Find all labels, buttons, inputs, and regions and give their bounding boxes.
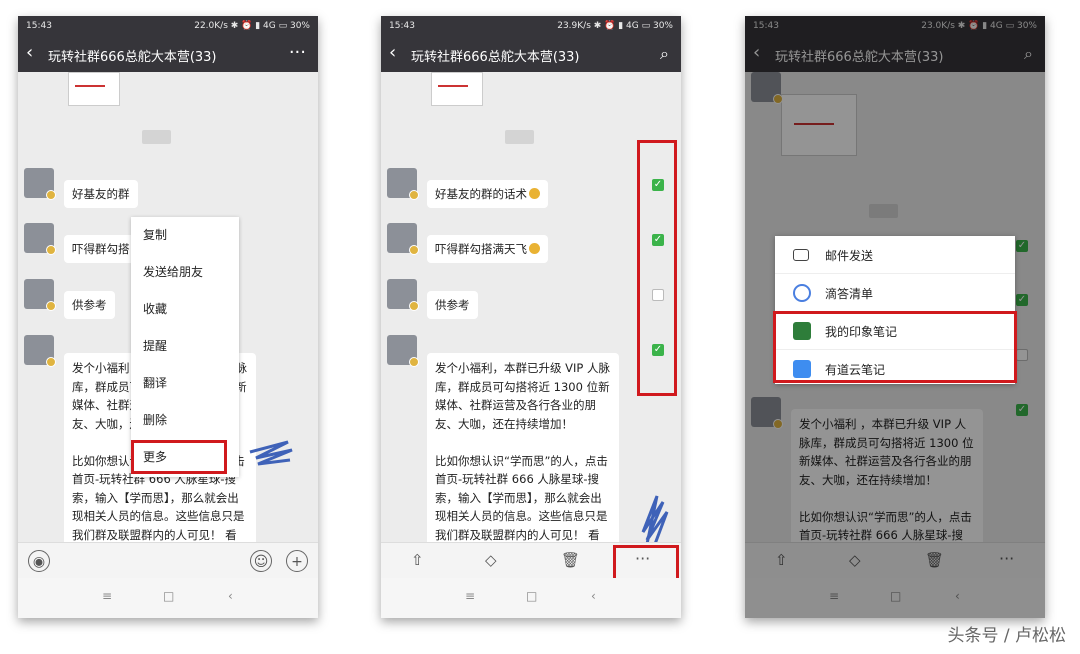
emoji-icon[interactable]: ☺ bbox=[250, 550, 272, 572]
message-bubble[interactable]: 供参考 bbox=[64, 291, 115, 319]
message-bubble[interactable]: 供参考 bbox=[427, 291, 478, 319]
back-arrow-icon[interactable]: ‹ bbox=[389, 43, 396, 63]
chat-header: ‹ 玩转社群666总舵大本营(33) ⌕ bbox=[381, 36, 681, 72]
highlight-box bbox=[773, 311, 1017, 383]
back-nav-icon[interactable]: ‹ bbox=[228, 589, 233, 603]
search-icon[interactable]: ⌕ bbox=[660, 44, 669, 64]
time-divider bbox=[142, 130, 172, 144]
message-bubble[interactable]: 吓得群勾搭 bbox=[64, 235, 138, 263]
back-arrow-icon[interactable]: ‹ bbox=[26, 43, 33, 63]
share-item-label: 滴答清单 bbox=[825, 287, 874, 301]
avatar[interactable] bbox=[387, 168, 419, 200]
share-item-ticktick[interactable]: 滴答清单 bbox=[775, 274, 1015, 312]
chat-title: 玩转社群666总舵大本营(33) bbox=[411, 50, 580, 65]
status-indicators: 22.0K/s ✱ ⏰ ▮ 4G ▭ 30% bbox=[194, 21, 310, 31]
plus-icon[interactable]: + bbox=[286, 550, 308, 572]
status-indicators: 23.9K/s ✱ ⏰ ▮ 4G ▭ 30% bbox=[557, 21, 673, 31]
chat-header: ‹ 玩转社群666总舵大本营(33) ··· bbox=[18, 36, 318, 72]
watermark-text: 头条号 / 卢松松 bbox=[947, 626, 1066, 646]
chat-area[interactable]: 好基友的群的话术 吓得群勾搭满天飞 供参考 发个小福利，本群已升级 VIP 人脉… bbox=[381, 72, 681, 542]
status-time: 15:43 bbox=[389, 21, 415, 31]
nav-bar: ≡ □ ‹ bbox=[18, 578, 318, 618]
time-divider bbox=[505, 130, 535, 144]
phone-screen-context-menu: 15:43 22.0K/s ✱ ⏰ ▮ 4G ▭ 30% ‹ 玩转社群666总舵… bbox=[18, 16, 318, 618]
menu-item-send-to-friend[interactable]: 发送给朋友 bbox=[131, 254, 239, 291]
voice-icon[interactable]: ◉ bbox=[28, 550, 50, 572]
pen-scribble-icon bbox=[641, 495, 669, 542]
phone-screen-share-menu: 15:43 23.0K/s ✱ ⏰ ▮ 4G ▭ 30% ‹ 玩转社群666总舵… bbox=[745, 16, 1045, 618]
share-icon[interactable]: ⇧ bbox=[411, 551, 424, 569]
message-bubble-long[interactable]: 发个小福利，本群已升级 VIP 人脉库，群成员可勾搭将近 1300 位新媒体、社… bbox=[427, 353, 619, 542]
nav-bar: ≡ □ ‹ bbox=[381, 578, 681, 618]
menu-item-favorite[interactable]: 收藏 bbox=[131, 291, 239, 328]
pen-scribble-icon bbox=[249, 440, 293, 466]
chat-title: 玩转社群666总舵大本营(33) bbox=[48, 50, 217, 65]
menu-item-remind[interactable]: 提醒 bbox=[131, 328, 239, 365]
image-thumbnail[interactable] bbox=[431, 72, 483, 106]
status-bar: 15:43 23.9K/s ✱ ⏰ ▮ 4G ▭ 30% bbox=[381, 16, 681, 36]
menu-item-translate[interactable]: 翻译 bbox=[131, 365, 239, 402]
status-bar: 15:43 22.0K/s ✱ ⏰ ▮ 4G ▭ 30% bbox=[18, 16, 318, 36]
home-nav-icon[interactable]: □ bbox=[163, 589, 174, 603]
context-menu: 复制 发送给朋友 收藏 提醒 翻译 删除 更多 bbox=[131, 217, 239, 477]
chat-area[interactable]: 好基友的群 吓得群勾搭 供参考 发个小福利，本群已升级 VIP 人脉库，群成员可… bbox=[18, 72, 318, 542]
input-bar: ◉ ☺ + bbox=[18, 542, 318, 579]
image-thumbnail[interactable] bbox=[68, 72, 120, 106]
favorite-box-icon[interactable]: ◇ bbox=[485, 551, 497, 569]
ticktick-icon bbox=[793, 284, 811, 302]
share-item-label: 邮件发送 bbox=[825, 249, 874, 263]
menu-nav-icon[interactable]: ≡ bbox=[102, 589, 112, 603]
avatar[interactable] bbox=[24, 223, 56, 255]
message-bubble[interactable]: 好基友的群的话术 bbox=[427, 180, 548, 208]
highlight-box bbox=[131, 440, 227, 474]
mail-icon bbox=[793, 249, 809, 261]
back-nav-icon[interactable]: ‹ bbox=[591, 589, 596, 603]
menu-nav-icon[interactable]: ≡ bbox=[465, 589, 475, 603]
message-bubble[interactable]: 好基友的群 bbox=[64, 180, 138, 208]
menu-item-delete[interactable]: 删除 bbox=[131, 402, 239, 439]
status-time: 15:43 bbox=[26, 21, 52, 31]
highlight-box bbox=[637, 140, 677, 396]
delete-icon[interactable]: 🗑 bbox=[561, 551, 580, 569]
menu-item-copy[interactable]: 复制 bbox=[131, 217, 239, 254]
share-item-email[interactable]: 邮件发送 bbox=[775, 236, 1015, 274]
avatar[interactable] bbox=[387, 335, 419, 367]
avatar[interactable] bbox=[24, 168, 56, 200]
phone-screen-multi-select: 15:43 23.9K/s ✱ ⏰ ▮ 4G ▭ 30% ‹ 玩转社群666总舵… bbox=[381, 16, 681, 618]
home-nav-icon[interactable]: □ bbox=[526, 589, 537, 603]
sender-name bbox=[64, 168, 67, 177]
avatar[interactable] bbox=[387, 223, 419, 255]
avatar[interactable] bbox=[24, 335, 56, 367]
avatar[interactable] bbox=[24, 279, 56, 311]
avatar[interactable] bbox=[387, 279, 419, 311]
message-bubble[interactable]: 吓得群勾搭满天飞 bbox=[427, 235, 548, 263]
more-dots-icon[interactable]: ··· bbox=[289, 42, 306, 63]
